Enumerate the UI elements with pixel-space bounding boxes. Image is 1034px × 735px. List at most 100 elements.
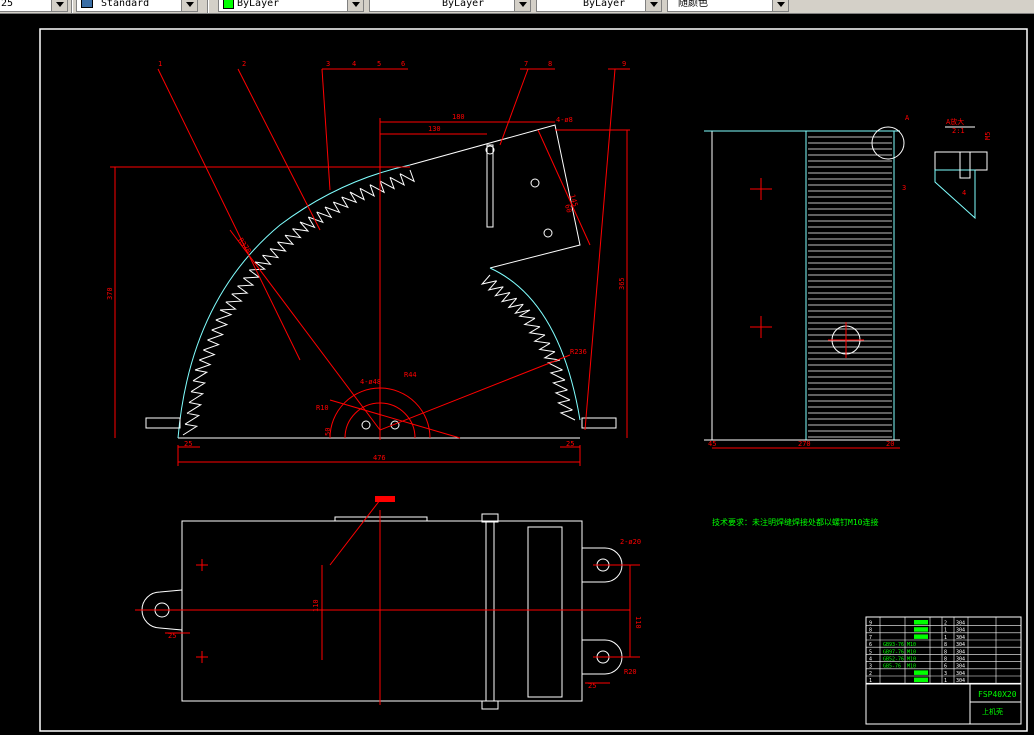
- dim-text: 4-ø8: [556, 116, 573, 124]
- chevron-down-icon[interactable]: [347, 0, 363, 11]
- dim-text: 110: [312, 599, 320, 612]
- toolbar-separator: [71, 0, 73, 13]
- leader-label: 5: [377, 60, 381, 68]
- bom-cell: GB52-76: [883, 657, 904, 663]
- part-name: 上机壳: [982, 707, 1003, 716]
- drawing-number: FSP40X20: [978, 690, 1017, 699]
- bom-cell: 304: [956, 671, 965, 677]
- dim-text: 50: [324, 428, 332, 436]
- bom-cell: 304: [956, 642, 965, 648]
- detail-note: M5: [984, 132, 992, 140]
- leader-label: 7: [524, 60, 528, 68]
- detail-title: A放大: [946, 117, 964, 126]
- dim-text: 25: [184, 440, 192, 448]
- bom-cell: 2: [869, 671, 872, 677]
- bom-cell: 8: [869, 628, 872, 634]
- bom-cell: 1: [944, 678, 947, 684]
- dim-text: R10: [316, 404, 329, 412]
- plot-style-value: 随颜色: [678, 0, 708, 9]
- bom-cell: 4: [869, 657, 872, 663]
- chevron-down-icon[interactable]: [645, 0, 661, 11]
- bom-cell: 304: [956, 621, 965, 627]
- bom-cell: 304: [956, 657, 965, 663]
- bom-cell: 5: [869, 649, 872, 655]
- bom-cell: 304: [956, 635, 965, 641]
- color-swatch-icon: [223, 0, 234, 9]
- lineweight-combo[interactable]: ByLayer: [536, 0, 662, 12]
- properties-toolbar: 25 Standard ByLayer ByLayer ByLayer 随颜色: [0, 0, 1034, 14]
- dim-text: 130: [428, 125, 441, 133]
- dim-text: 476: [373, 454, 386, 462]
- bom-cell: 304: [956, 649, 965, 655]
- chevron-down-icon[interactable]: [51, 0, 67, 11]
- color-combo[interactable]: ByLayer: [218, 0, 364, 12]
- dim-text: 365: [618, 277, 626, 290]
- dim-text: 4-ø48: [360, 378, 381, 386]
- dim-text: 25: [588, 682, 596, 690]
- leader-label: 6: [401, 60, 405, 68]
- bom-cell: 3: [944, 671, 947, 677]
- leader-label: 1: [158, 60, 162, 68]
- leader-label: 3: [326, 60, 330, 68]
- bom-cell: 1: [869, 678, 872, 684]
- bom-cell: 304: [956, 678, 965, 684]
- chevron-down-icon[interactable]: [181, 0, 197, 11]
- leader-label: 9: [622, 60, 626, 68]
- bom-name-block: [914, 670, 928, 675]
- bom-cell: M10: [907, 649, 916, 655]
- technical-requirements: 技术要求：未注明焊缝焊接处都以螺钉M10连接: [712, 517, 878, 527]
- dimension-scale-value: 25: [1, 0, 14, 9]
- bom-cell: 8: [944, 657, 947, 663]
- bom-cell: 9: [869, 621, 872, 627]
- bom-cell: M10: [907, 664, 916, 670]
- bom-cell: 7: [869, 635, 872, 641]
- plot-style-combo[interactable]: 随颜色: [667, 0, 789, 12]
- linetype-combo[interactable]: ByLayer: [369, 0, 531, 12]
- bom-cell: 1: [944, 628, 947, 634]
- bom-cell: 3: [869, 664, 872, 670]
- bom-cell: M10: [907, 657, 916, 663]
- bom-cell: GB5-76: [883, 664, 901, 670]
- dim-text: R236: [570, 348, 587, 356]
- bom-cell: 6: [869, 642, 872, 648]
- highlighted-annotation[interactable]: [375, 496, 395, 502]
- chevron-down-icon[interactable]: [772, 0, 788, 11]
- dim-text: 2-ø20: [620, 538, 641, 546]
- bom-cell: 8: [944, 642, 947, 648]
- leader-label: 4: [352, 60, 356, 68]
- dimension-scale-combo[interactable]: 25: [0, 0, 68, 12]
- dim-text: 370: [106, 287, 114, 300]
- drawing-canvas[interactable]: 1 2 3 4 5 6 7 8 9 180 130 370 365 476 25…: [0, 14, 1034, 735]
- text-style-combo[interactable]: Standard: [76, 0, 198, 12]
- bom-cell: 8: [944, 649, 947, 655]
- part-label: 4: [962, 189, 966, 197]
- dim-text: 110: [634, 616, 642, 629]
- bom-cell: 1: [944, 635, 947, 641]
- leader-label: 2: [242, 60, 246, 68]
- bom-cell: GB97-76: [883, 649, 904, 655]
- bom-cell: GB93-76: [883, 642, 904, 648]
- toolbar-separator: [207, 0, 209, 13]
- dim-text: R20: [624, 668, 637, 676]
- chevron-down-icon[interactable]: [514, 0, 530, 11]
- bom-name-block: [914, 634, 928, 639]
- text-style-icon: [81, 0, 93, 8]
- detail-scale: 2:1: [952, 127, 965, 135]
- lineweight-value: ByLayer: [583, 0, 626, 9]
- bom-cell: 304: [956, 664, 965, 670]
- color-value: ByLayer: [237, 0, 280, 9]
- bom-name-block: [914, 677, 928, 683]
- text-style-value: Standard: [101, 0, 150, 9]
- bom-name-block: [914, 620, 928, 625]
- dim-text: 45: [708, 440, 716, 448]
- dim-text: 270: [798, 440, 811, 448]
- bom-cell: M10: [907, 642, 916, 648]
- dim-text: 25: [566, 440, 574, 448]
- dim-text: 20: [886, 440, 894, 448]
- dim-text: 25: [168, 632, 176, 640]
- bom-cell: 304: [956, 628, 965, 634]
- bom-cell: 6: [944, 664, 947, 670]
- leader-label: 8: [548, 60, 552, 68]
- bom-name-block: [914, 627, 928, 632]
- bom-cell: 2: [944, 621, 947, 627]
